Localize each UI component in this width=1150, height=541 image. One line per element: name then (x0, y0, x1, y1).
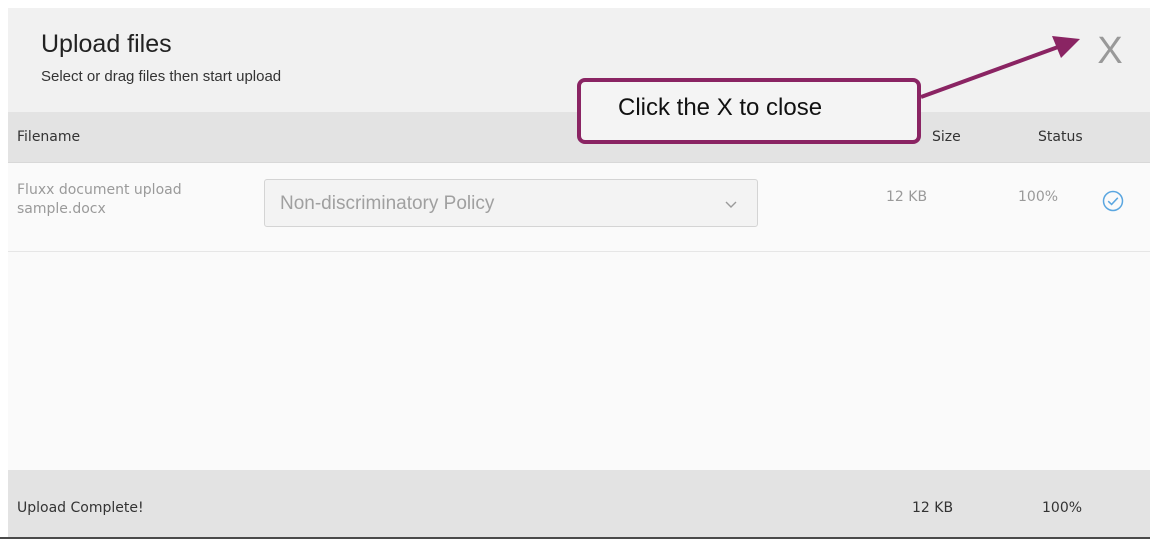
column-header-status: Status (1038, 129, 1083, 145)
file-list-empty-area (8, 252, 1150, 470)
column-header-size: Size (932, 129, 961, 145)
upload-status-message: Upload Complete! (17, 500, 144, 516)
dialog-footer: Upload Complete! 12 KB 100% (8, 470, 1150, 538)
dialog-subtitle: Select or drag files then start upload (41, 68, 282, 85)
annotation-text: Click the X to close (618, 94, 823, 121)
file-name-line-2: sample.docx (17, 201, 106, 217)
chevron-down-icon (725, 201, 737, 208)
file-name: Fluxx document upload sample.docx (17, 181, 247, 219)
total-size: 12 KB (912, 500, 954, 516)
total-progress: 100% (1042, 500, 1083, 516)
dialog-title: Upload files (41, 30, 172, 58)
check-circle-icon (1102, 190, 1124, 212)
file-row: Fluxx document upload sample.docx Non-di… (8, 163, 1150, 252)
document-type-select[interactable]: Non-discriminatory Policy (264, 179, 758, 227)
column-header-filename: Filename (17, 129, 81, 145)
document-type-value: Non-discriminatory Policy (280, 193, 495, 214)
close-button[interactable]: X (1092, 28, 1128, 74)
annotation-callout: Click the X to close (577, 78, 921, 144)
bottom-divider (0, 537, 1150, 539)
file-progress: 100% (1018, 189, 1059, 205)
file-name-line-1: Fluxx document upload (17, 182, 182, 198)
file-size: 12 KB (886, 189, 928, 205)
